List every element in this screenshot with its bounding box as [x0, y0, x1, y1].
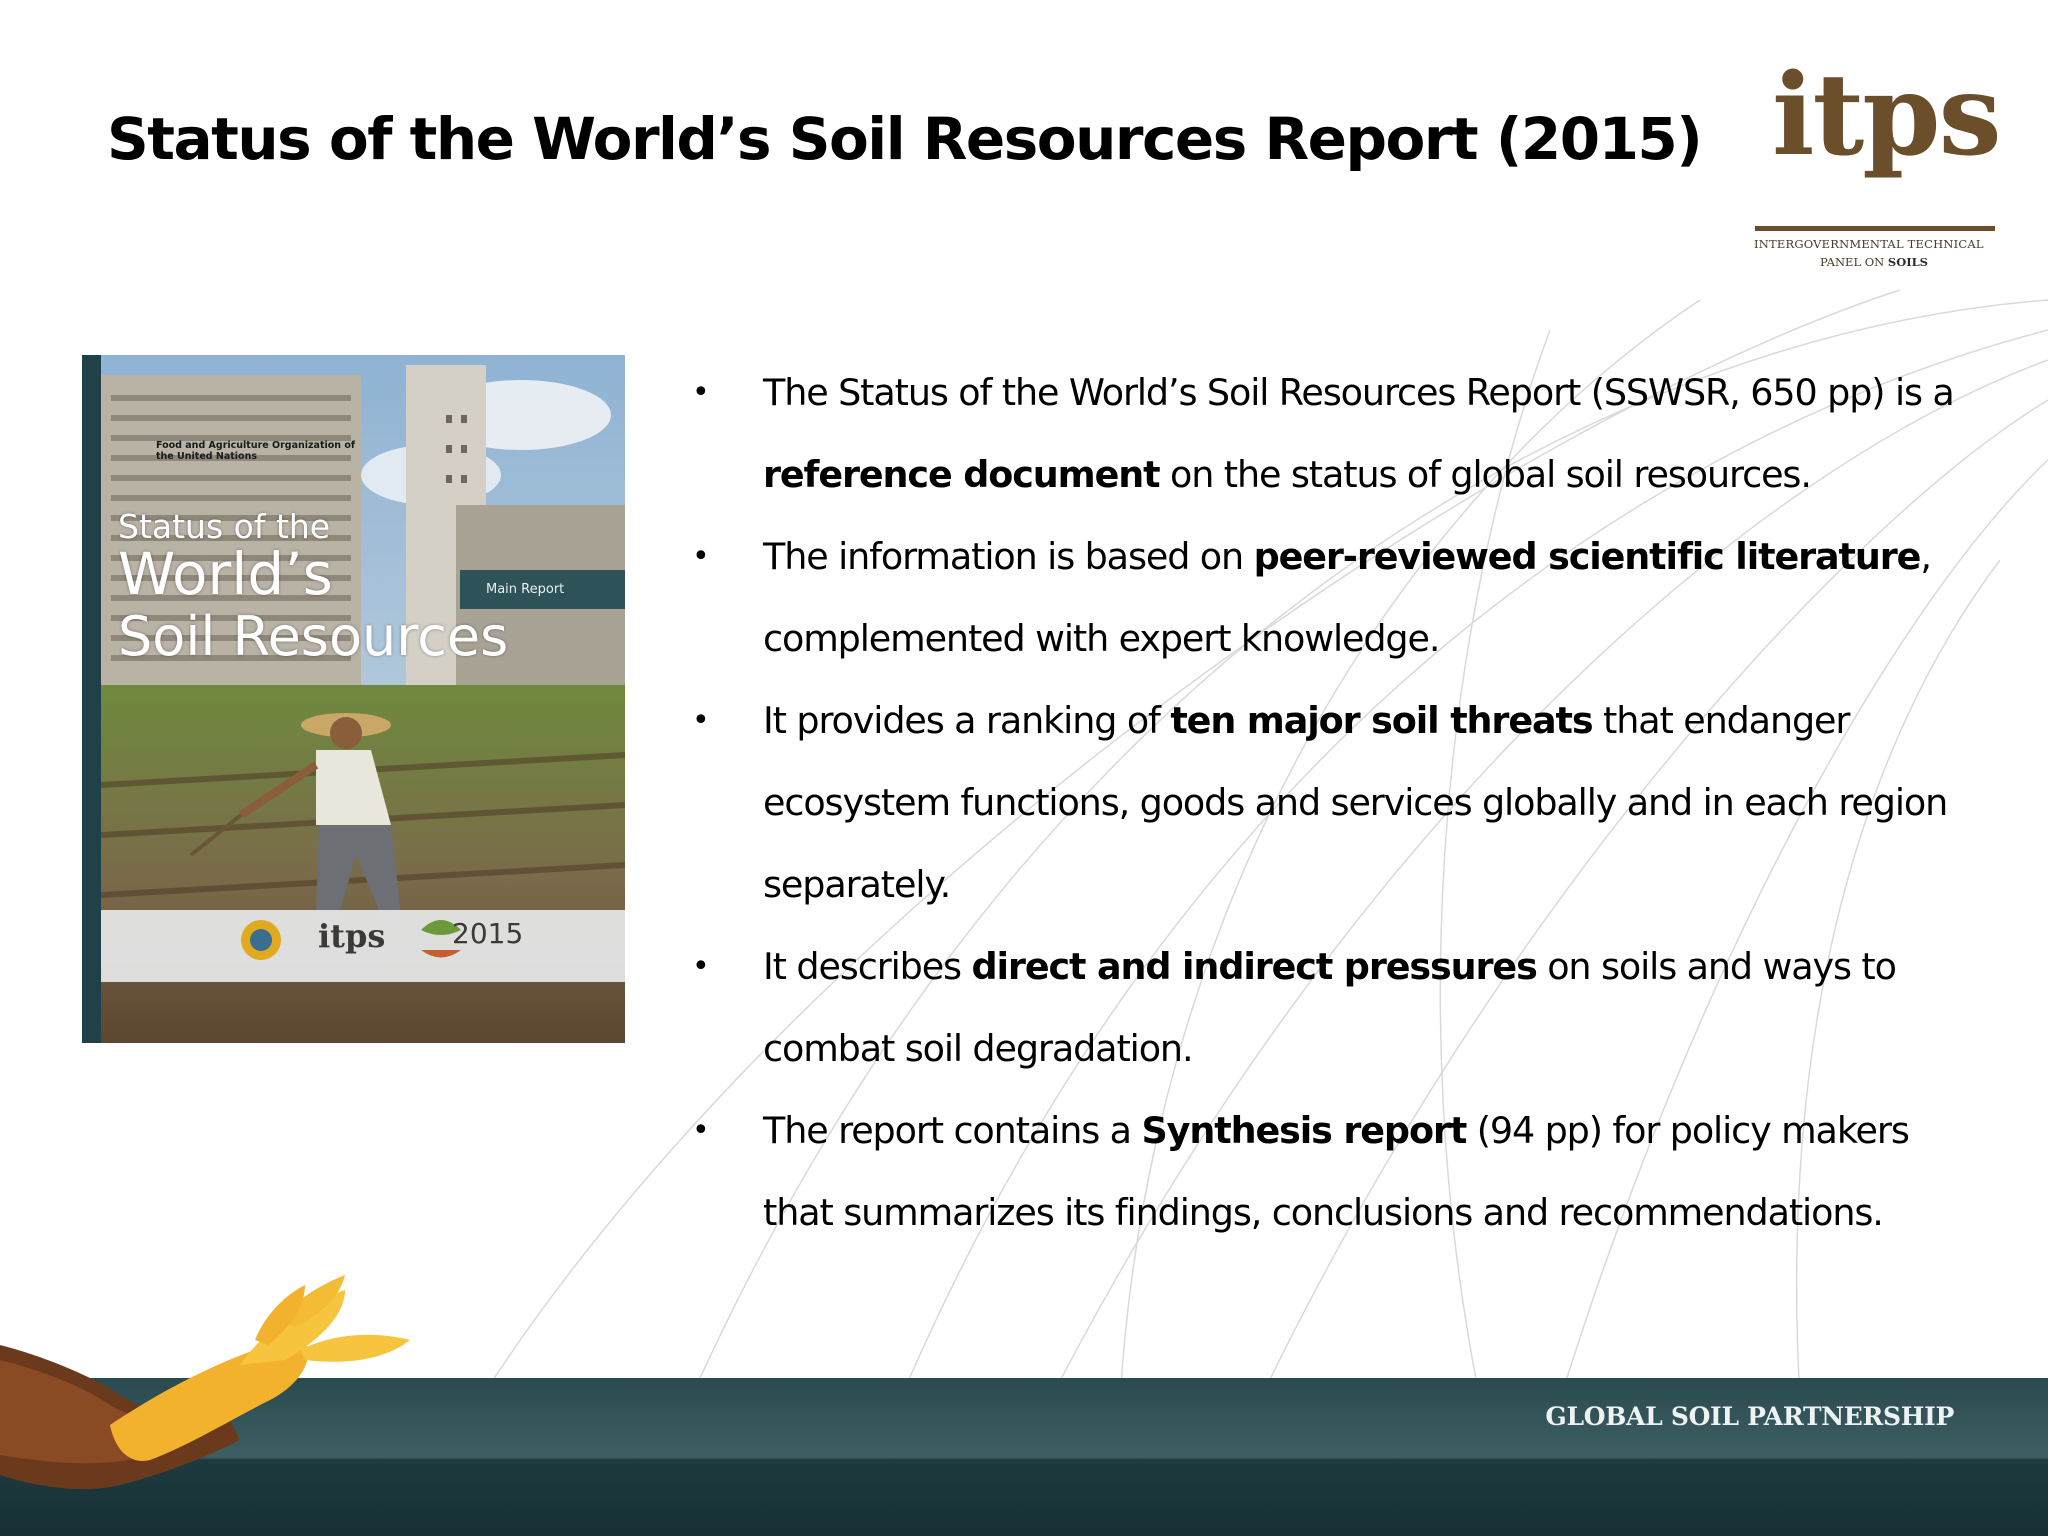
logo-subtitle-line1: INTERGOVERNMENTAL TECHNICAL — [1754, 237, 1984, 251]
bullet-item: • The report contains a Synthesis report … — [692, 1090, 1982, 1254]
itps-logo: itps INTERGOVERNMENTAL TECHNICAL PANEL O… — [1750, 50, 2002, 275]
bullet-marker: • — [692, 539, 710, 574]
bullet-emphasis: Synthesis report — [1141, 1109, 1467, 1152]
logo-subtitle-line2: PANEL ON SOILS — [1820, 255, 1928, 269]
logo-underline — [1755, 226, 1995, 231]
handshake-wheat-logo — [0, 1275, 410, 1490]
report-cover-image: Food and Agriculture Organization of the… — [82, 355, 625, 1043]
bullet-item: • It describes direct and indirect pressu… — [692, 926, 1982, 1090]
key-points-list: • The Status of the World’s Soil Resource… — [692, 352, 1982, 1254]
itps-wordmark: itps — [1772, 50, 2002, 181]
bullet-emphasis: peer-reviewed scientific literature — [1253, 535, 1922, 578]
slide-title: Status of the World’s Soil Resources Rep… — [107, 105, 1703, 173]
bullet-marker: • — [692, 949, 710, 984]
bullet-item: • It provides a ranking of ten major soil… — [692, 680, 1982, 926]
cover-title-line3: Soil Resources — [118, 605, 509, 668]
cover-year: 2015 — [452, 917, 524, 950]
bullet-marker: • — [692, 1113, 710, 1148]
footer-label: GLOBAL SOIL PARTNERSHIP — [1545, 1402, 1954, 1431]
cover-spine — [82, 355, 101, 1043]
bullet-emphasis: ten major soil threats — [1170, 699, 1593, 742]
bullet-marker: • — [692, 703, 710, 738]
bullet-emphasis: reference document — [763, 453, 1161, 496]
bullet-emphasis: direct and indirect pressures — [971, 945, 1537, 988]
bullet-item: • The information is based on peer-review… — [692, 516, 1982, 680]
cover-main-report-badge: Main Report — [460, 570, 625, 609]
bullet-item: • The Status of the World’s Soil Resource… — [692, 352, 1982, 516]
cover-itps-mark: itps — [318, 917, 386, 955]
cover-org-name: Food and Agriculture Organization of the… — [156, 440, 356, 462]
cover-title-line2: World’s — [118, 540, 333, 608]
bullet-marker: • — [692, 375, 710, 410]
